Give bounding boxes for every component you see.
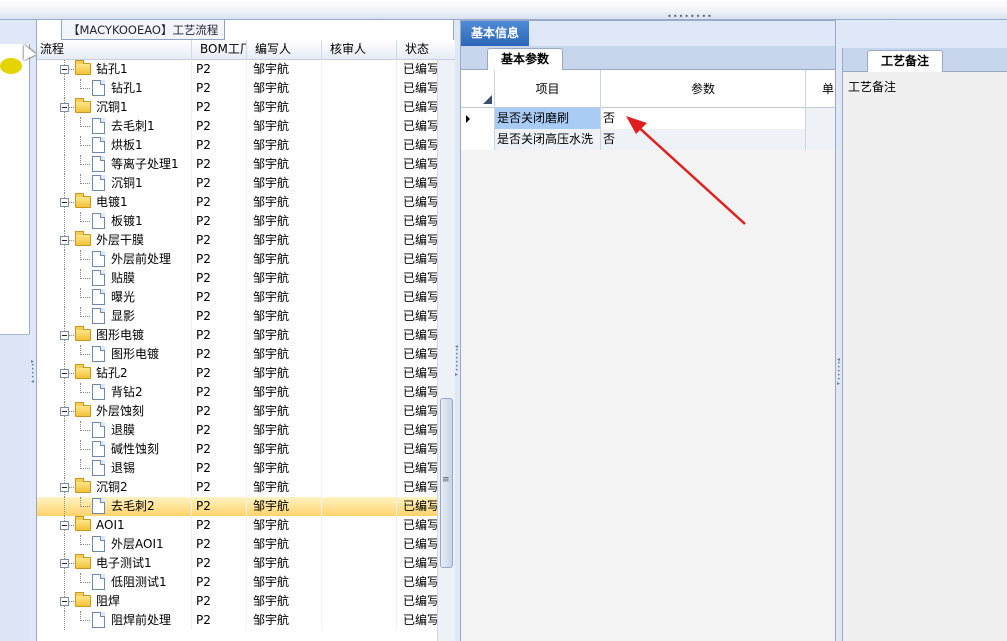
remarks-tab-bar: 工艺备注 <box>843 48 1007 72</box>
remarks-label: 工艺备注 <box>848 80 897 94</box>
tab-process-remarks[interactable]: 工艺备注 <box>867 50 943 72</box>
process-remarks-panel: 工艺备注 工艺备注 <box>842 48 1007 641</box>
